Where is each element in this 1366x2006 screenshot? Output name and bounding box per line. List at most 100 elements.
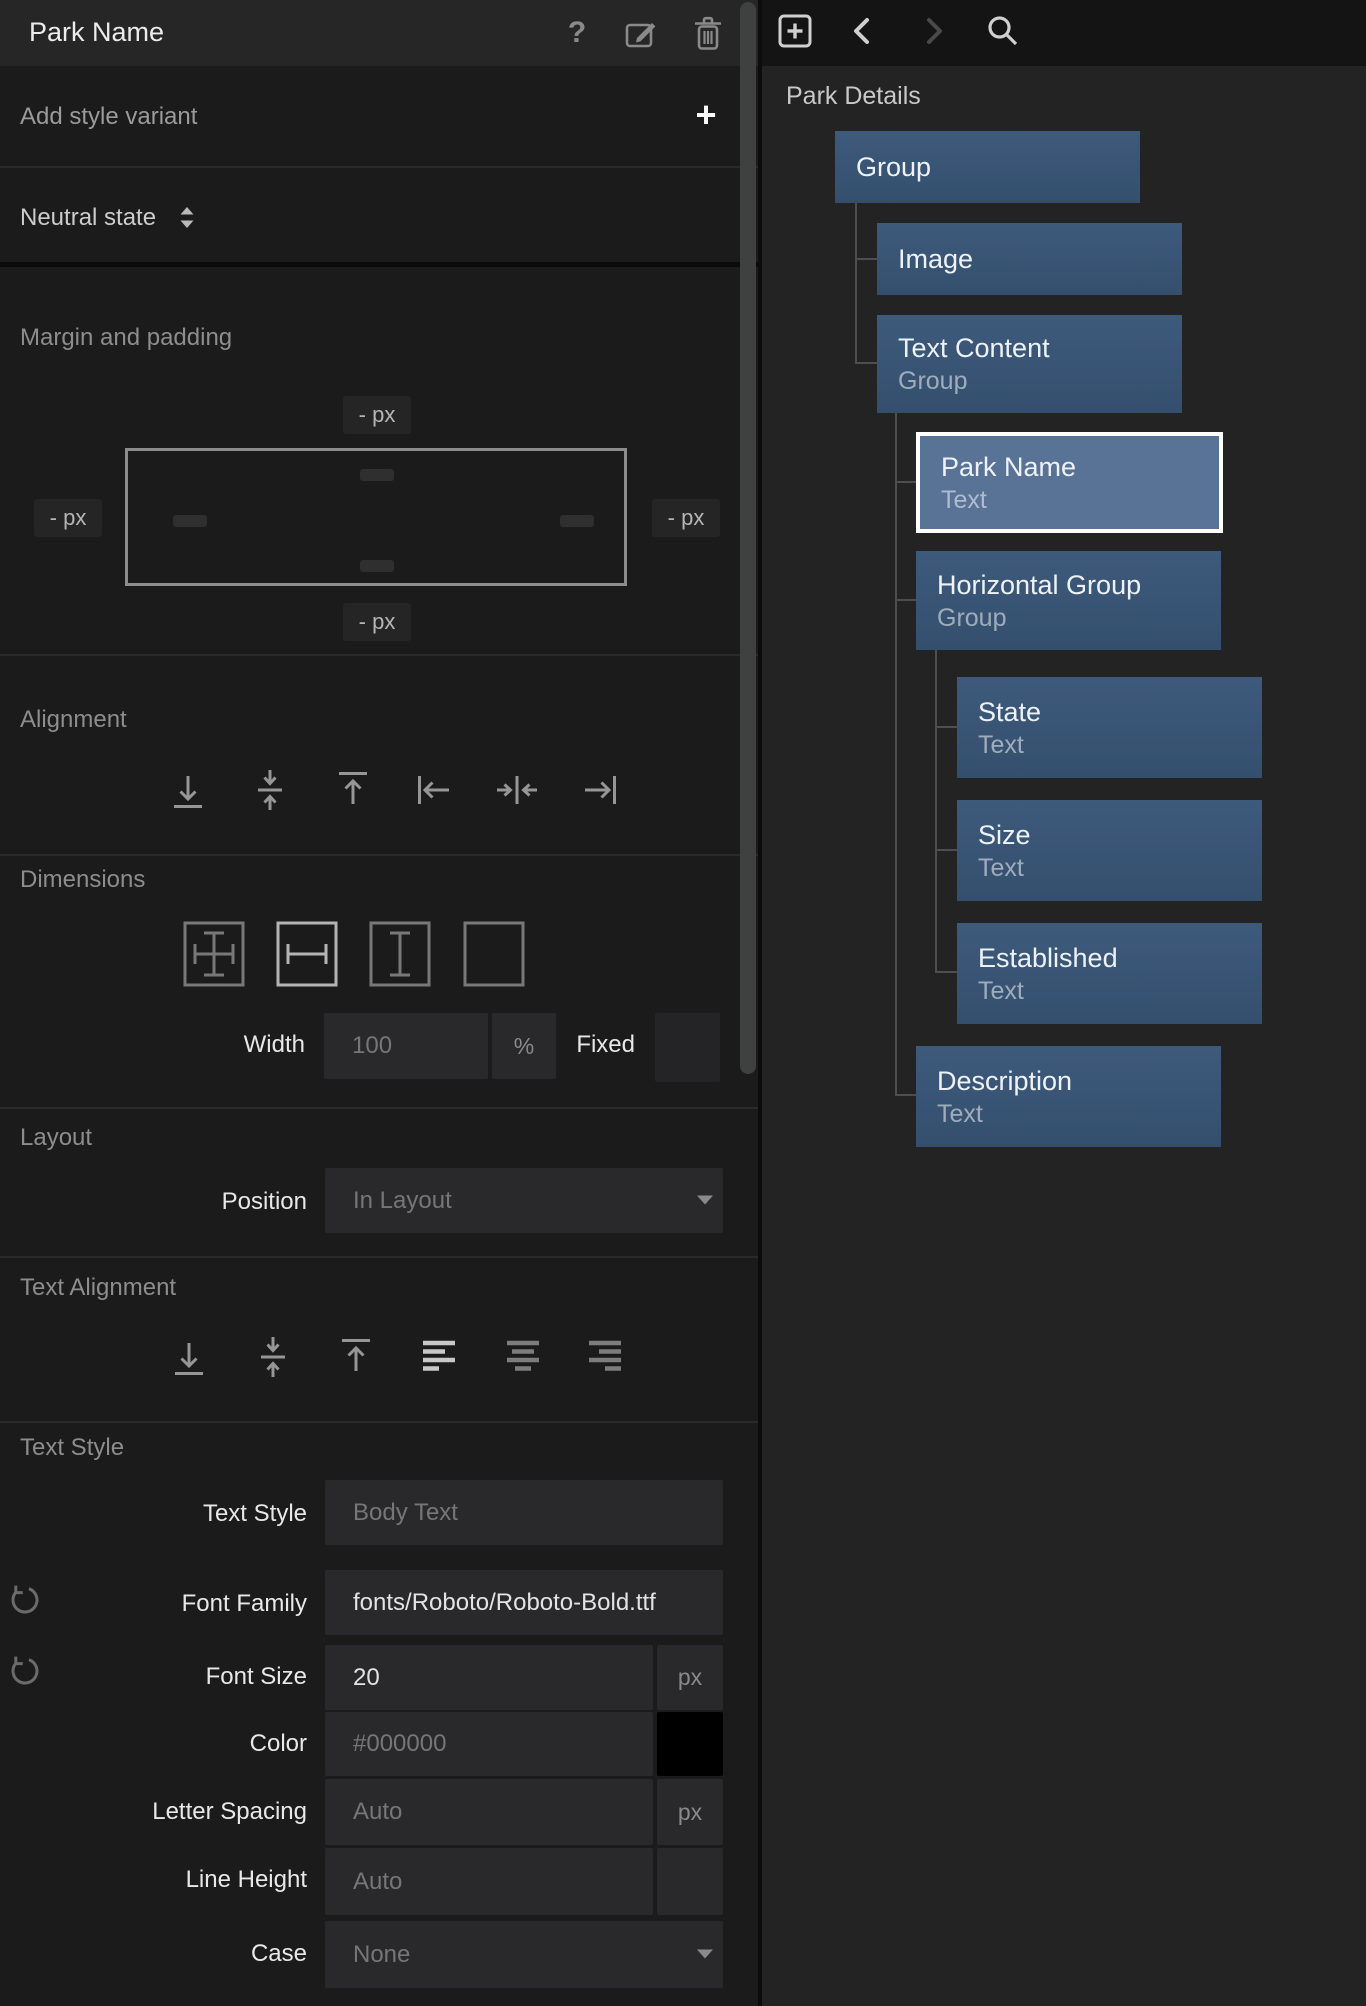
size-width-button[interactable] (276, 921, 338, 987)
chevron-right-icon (920, 16, 946, 46)
align-horizontal-center-icon (495, 768, 539, 812)
state-selector-label: Neutral state (20, 204, 156, 232)
tree-node-image[interactable]: Image (877, 223, 1182, 295)
text-align-vcenter-button[interactable] (251, 1335, 295, 1379)
sort-arrows-icon[interactable] (177, 204, 197, 231)
align-right-button[interactable] (578, 768, 622, 812)
margin-top-field[interactable]: - px (343, 396, 411, 434)
tree-node-title: Horizontal Group (937, 569, 1221, 601)
color-input[interactable]: #000000 (325, 1712, 653, 1776)
left-panel-scrollbar[interactable] (740, 2, 756, 1074)
tree-connector (935, 726, 957, 728)
text-align-left-button[interactable] (417, 1335, 461, 1379)
tree-node-size[interactable]: Size Text (957, 800, 1262, 901)
margin-bottom-field[interactable]: - px (343, 603, 411, 641)
tree-node-title: Group (856, 151, 1140, 183)
margin-padding-box (125, 448, 627, 586)
add-style-variant-button[interactable]: + (688, 96, 724, 134)
align-vertical-center-button[interactable] (248, 768, 292, 812)
letter-spacing-unit: px (657, 1779, 723, 1845)
tree-connector (855, 203, 857, 364)
text-align-vcenter-icon (251, 1335, 295, 1379)
tree-node-title: Park Name (941, 451, 1219, 483)
tree-node-description[interactable]: Description Text (916, 1046, 1221, 1147)
padding-left-field[interactable] (173, 515, 207, 527)
search-button[interactable] (984, 12, 1022, 50)
align-top-icon (331, 768, 375, 812)
color-swatch[interactable] (657, 1712, 723, 1776)
layout-section-label: Layout (20, 1124, 92, 1152)
tree-connector (855, 258, 877, 260)
padding-right-field[interactable] (560, 515, 594, 527)
divider (0, 1107, 758, 1109)
size-height-button[interactable] (369, 921, 431, 987)
font-size-input[interactable]: 20 (325, 1645, 653, 1710)
text-align-center-button[interactable] (501, 1335, 545, 1379)
style-panel: Park Name ? (0, 0, 758, 2006)
position-label: Position (0, 1188, 307, 1216)
edit-button[interactable] (623, 14, 659, 52)
font-size-label: Font Size (0, 1663, 307, 1691)
text-align-center-icon (501, 1335, 545, 1379)
margin-padding-section-label: Margin and padding (20, 324, 232, 352)
divider (0, 1256, 758, 1258)
align-left-button[interactable] (412, 768, 456, 812)
case-dropdown[interactable]: None (325, 1921, 723, 1988)
divider (0, 1421, 758, 1423)
font-family-input[interactable]: fonts/Roboto/Roboto-Bold.ttf (325, 1570, 723, 1635)
padding-top-field[interactable] (360, 469, 394, 481)
tree-node-state[interactable]: State Text (957, 677, 1262, 778)
plus-icon: + (695, 94, 716, 136)
align-right-icon (578, 768, 622, 812)
size-none-button[interactable] (463, 921, 525, 987)
align-top-button[interactable] (331, 768, 375, 812)
dimensions-section-label: Dimensions (20, 866, 145, 894)
selected-element-title: Park Name (29, 17, 164, 48)
tree-connector (935, 650, 937, 973)
tree-connector (895, 599, 916, 601)
tree-node-group[interactable]: Group (835, 131, 1140, 203)
tree-node-title: Size (978, 819, 1262, 851)
delete-button[interactable] (690, 14, 726, 52)
tree-connector (935, 971, 957, 973)
divider (0, 166, 758, 168)
align-bottom-button[interactable] (166, 768, 210, 812)
tree-node-title: State (978, 696, 1262, 728)
tree-node-established[interactable]: Established Text (957, 923, 1262, 1024)
style-panel-header: Park Name ? (0, 0, 758, 66)
text-align-right-button[interactable] (583, 1335, 627, 1379)
back-button[interactable] (850, 16, 876, 46)
text-align-top-button[interactable] (334, 1335, 378, 1379)
tree-node-subtitle: Group (937, 603, 1221, 633)
tree-node-subtitle: Text (978, 976, 1262, 1006)
position-dropdown[interactable]: In Layout (325, 1168, 723, 1233)
tree-connector (895, 481, 916, 483)
line-height-input[interactable]: Auto (325, 1848, 653, 1915)
font-size-unit: px (657, 1645, 723, 1710)
margin-right-field[interactable]: - px (652, 499, 720, 537)
add-frame-button[interactable] (778, 14, 812, 48)
line-height-label: Line Height (0, 1866, 307, 1894)
trash-icon (691, 14, 725, 52)
text-align-left-icon (417, 1335, 461, 1379)
align-horizontal-center-button[interactable] (495, 768, 539, 812)
chevron-down-icon (696, 1194, 714, 1206)
tree-node-text-content[interactable]: Text Content Group (877, 315, 1182, 413)
width-label: Width (0, 1031, 305, 1059)
tree-node-park-name-selected[interactable]: Park Name Text (916, 432, 1223, 533)
divider (0, 262, 758, 267)
padding-bottom-field[interactable] (360, 560, 394, 572)
help-button[interactable]: ? (559, 14, 595, 52)
text-align-bottom-button[interactable] (167, 1335, 211, 1379)
text-style-input[interactable]: Body Text (325, 1480, 723, 1545)
size-both-button[interactable] (183, 921, 245, 987)
letter-spacing-input[interactable]: Auto (325, 1779, 653, 1845)
tree-node-title: Text Content (898, 332, 1182, 364)
forward-button[interactable] (920, 16, 946, 46)
align-left-icon (412, 768, 456, 812)
size-height-icon (369, 921, 431, 987)
margin-left-field[interactable]: - px (34, 499, 102, 537)
tree-node-horizontal-group[interactable]: Horizontal Group Group (916, 551, 1221, 650)
align-vertical-center-icon (248, 768, 292, 812)
fixed-checkbox[interactable] (655, 1013, 720, 1082)
